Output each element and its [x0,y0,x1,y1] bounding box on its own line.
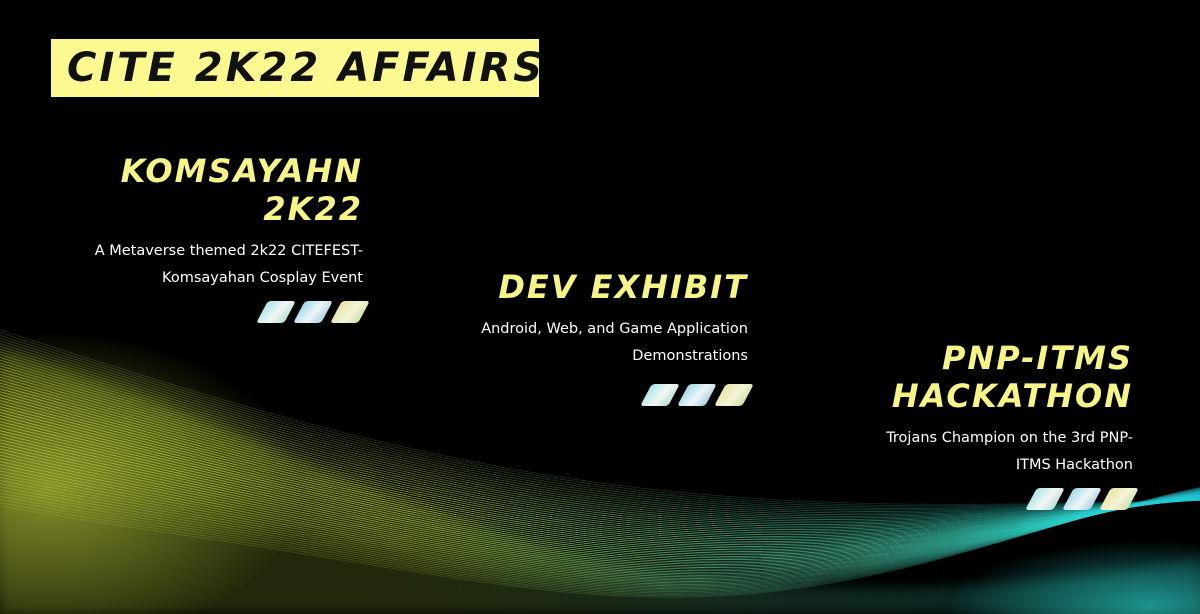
decoration-icons [640,384,754,406]
parallelogram-icon [640,384,680,406]
event-heading: PNP-ITMS HACKATHON [886,339,1133,415]
event-heading: KOMSAYAHN 2K22 [95,152,363,228]
parallelogram-icon [1062,488,1102,510]
page-title: CITE 2K22 AFFAIRS [67,45,546,91]
decoration-icons [1025,488,1139,510]
title-banner: CITE 2K22 AFFAIRS [51,39,542,97]
event-card-dev-exhibit: DEV EXHIBIT Android, Web, and Game Appli… [481,268,748,369]
event-heading: DEV EXHIBIT [481,268,748,306]
parallelogram-icon [330,301,370,323]
heading-line: PNP-ITMS [941,339,1133,377]
parallelogram-icon [677,384,717,406]
heading-line: DEV EXHIBIT [498,268,748,306]
event-description: Android, Web, and Game Application Demon… [481,316,748,369]
heading-line: KOMSAYAHN [120,152,363,190]
event-description: A Metaverse themed 2k22 CITEFEST- Komsay… [95,238,363,291]
description-line: ITMS Hackathon [1015,456,1133,473]
decoration-icons [256,301,370,323]
parallelogram-icon [714,384,754,406]
parallelogram-icon [293,301,333,323]
parallelogram-icon [1025,488,1065,510]
event-card-komsayahan: KOMSAYAHN 2K22 A Metaverse themed 2k22 C… [95,152,363,291]
event-card-hackathon: PNP-ITMS HACKATHON Trojans Champion on t… [886,339,1133,478]
description-line: Demonstrations [632,347,748,364]
heading-line: HACKATHON [891,377,1133,415]
description-line: Trojans Champion on the 3rd PNP- [886,430,1133,446]
heading-line: 2K22 [263,190,363,228]
description-line: Komsayahan Cosplay Event [162,269,363,286]
event-description: Trojans Champion on the 3rd PNP- ITMS Ha… [886,425,1133,478]
description-line: Android, Web, and Game Application [481,321,748,337]
parallelogram-icon [1099,488,1139,510]
parallelogram-icon [256,301,296,323]
description-line: A Metaverse themed 2k22 CITEFEST- [94,243,363,259]
